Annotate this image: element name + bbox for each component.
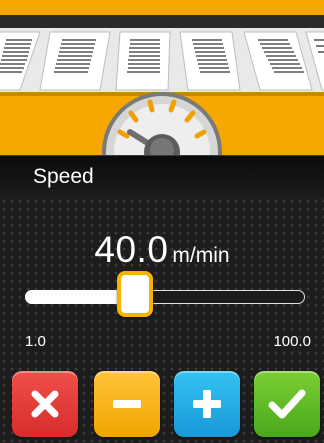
speed-control-panel: 40.0 m/min 1.0 100.0 [0,197,324,443]
slider-thumb[interactable] [117,271,154,317]
page-title: Speed [33,165,94,188]
speed-unit: m/min [172,244,230,267]
close-icon [31,390,59,418]
printer-speed-graphic [0,0,324,155]
plus-icon [193,390,221,418]
confirm-button[interactable] [254,371,320,437]
slider-min-label: 1.0 [25,333,46,350]
speed-dial-icon [102,92,222,155]
speed-slider[interactable] [25,271,307,317]
decrease-button[interactable] [94,371,160,437]
increase-button[interactable] [174,371,240,437]
speed-illustration [0,0,324,155]
minus-icon [113,400,141,408]
slider-max-label: 100.0 [273,333,311,350]
title-bar: Speed [0,155,324,197]
speed-value-display: 40.0 m/min [0,229,324,271]
label-strips [0,31,324,91]
cancel-button[interactable] [12,371,78,437]
speed-value: 40.0 [94,229,169,270]
check-icon [268,389,306,419]
